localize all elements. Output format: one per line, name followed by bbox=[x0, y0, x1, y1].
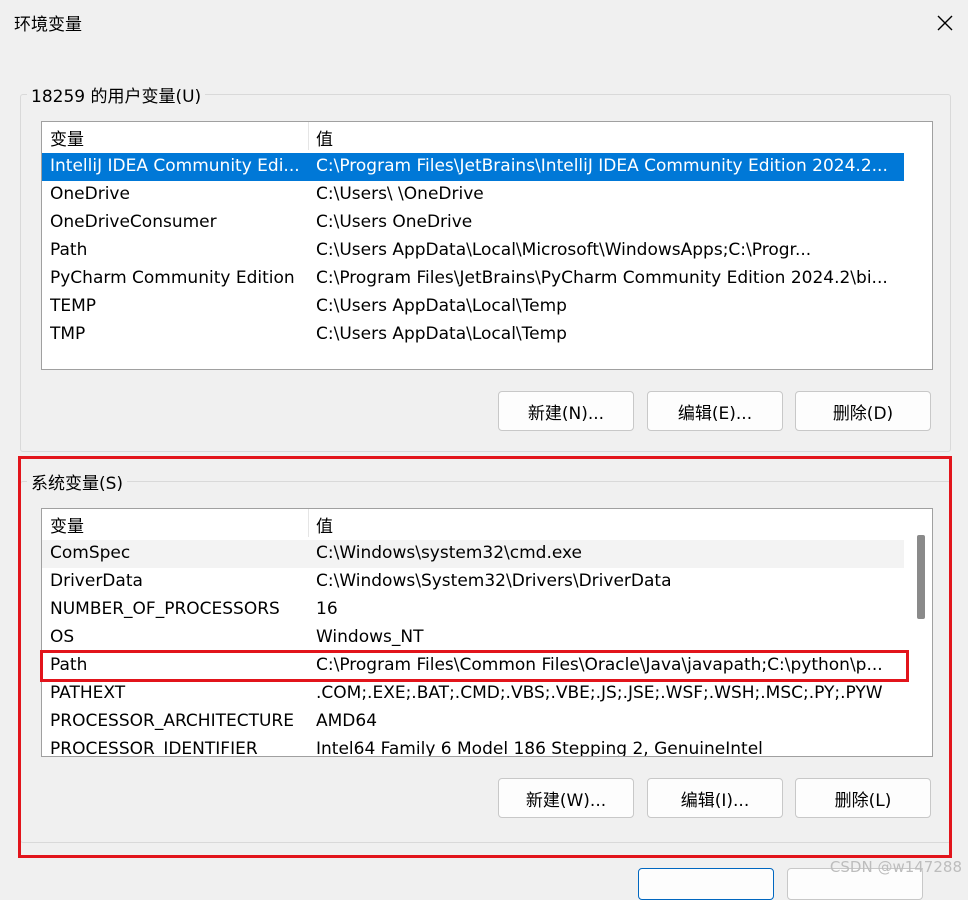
table-row[interactable]: TEMP C:\Users AppData\Local\Temp bbox=[42, 293, 904, 321]
ok-button[interactable] bbox=[638, 868, 774, 900]
watermark: CSDN @w147288 bbox=[829, 858, 962, 876]
table-row[interactable]: OneDrive C:\Users\ \OneDrive bbox=[42, 181, 904, 209]
var-value: C:\Users OneDrive bbox=[316, 212, 473, 232]
title-bar: 环境变量 bbox=[0, 0, 968, 44]
var-name: Path bbox=[50, 240, 88, 260]
user-delete-button[interactable]: 删除(D) bbox=[795, 391, 931, 431]
var-name: PyCharm Community Edition bbox=[50, 268, 295, 288]
var-name: OneDrive bbox=[50, 184, 130, 204]
user-variables-list[interactable]: 变量 值 IntelliJ IDEA Community Edi... C:\P… bbox=[41, 121, 933, 370]
var-value: C:\Users AppData\Local\Temp bbox=[316, 324, 567, 344]
close-icon bbox=[937, 15, 953, 31]
system-group-highlight bbox=[18, 456, 952, 858]
var-name: TMP bbox=[50, 324, 86, 344]
table-row[interactable]: PyCharm Community Edition C:\Program Fil… bbox=[42, 265, 904, 293]
var-value: C:\Users AppData\Local\Microsoft\Windows… bbox=[316, 240, 812, 260]
user-edit-button[interactable]: 编辑(E)... bbox=[647, 391, 783, 431]
user-new-button[interactable]: 新建(N)... bbox=[498, 391, 634, 431]
var-value: C:\Users\ \OneDrive bbox=[316, 184, 484, 204]
table-row[interactable]: OneDriveConsumer C:\Users OneDrive bbox=[42, 209, 904, 237]
var-value: C:\Users AppData\Local\Temp bbox=[316, 296, 567, 316]
var-name: TEMP bbox=[50, 296, 97, 316]
column-header-name[interactable]: 变量 bbox=[50, 125, 84, 150]
close-button[interactable] bbox=[930, 8, 960, 38]
var-name: IntelliJ IDEA Community Edi... bbox=[50, 156, 300, 176]
window-title: 环境变量 bbox=[14, 15, 82, 35]
column-header-value[interactable]: 值 bbox=[316, 125, 333, 150]
list-header: 变量 值 bbox=[42, 122, 904, 150]
user-variables-label: 18259 的用户变量(U) bbox=[27, 82, 206, 107]
table-row[interactable]: Path C:\Users AppData\Local\Microsoft\Wi… bbox=[42, 237, 904, 265]
table-row[interactable]: IntelliJ IDEA Community Edi... C:\Progra… bbox=[42, 153, 904, 181]
var-value: C:\Program Files\JetBrains\PyCharm Commu… bbox=[316, 268, 888, 288]
var-value: C:\Program Files\JetBrains\IntelliJ IDEA… bbox=[316, 156, 888, 176]
var-name: OneDriveConsumer bbox=[50, 212, 217, 232]
table-row[interactable]: TMP C:\Users AppData\Local\Temp bbox=[42, 321, 904, 349]
